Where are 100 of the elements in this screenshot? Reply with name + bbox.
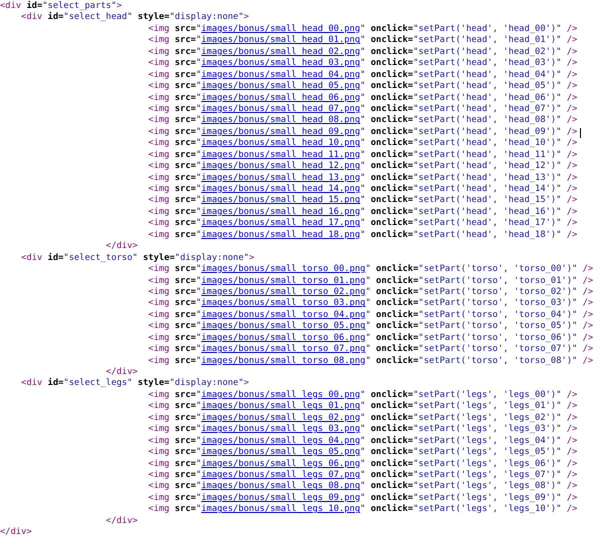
attribute-value: "	[196, 104, 202, 116]
source-link[interactable]: images/bonus/small_torso_05.png	[201, 321, 366, 333]
tag-name: <img	[148, 218, 170, 230]
attribute-value: "setPart('torso', 'torso_01')"	[418, 276, 578, 287]
attribute-value: "setPart('head', 'head_13')"	[413, 172, 562, 184]
attribute-value: "	[365, 356, 371, 368]
attribute-name: style=	[136, 12, 170, 24]
tag-name: <img	[148, 504, 170, 516]
source-link[interactable]: images/bonus/small_head_12.png	[201, 161, 360, 173]
attribute-value: "	[360, 230, 366, 242]
attribute-name: src=	[174, 481, 196, 493]
attribute-name: id=	[46, 252, 64, 264]
source-link[interactable]: images/bonus/small_head_08.png	[201, 115, 360, 127]
attribute-value: "	[360, 70, 366, 82]
source-link[interactable]: images/bonus/small_torso_02.png	[201, 286, 366, 298]
tag-name: <img	[148, 412, 170, 424]
source-link[interactable]: images/bonus/small_head_07.png	[201, 104, 360, 116]
attribute-name: src=	[174, 492, 196, 504]
source-link[interactable]: images/bonus/small_torso_06.png	[201, 332, 366, 344]
source-link[interactable]: images/bonus/small_torso_00.png	[201, 264, 366, 276]
tag-name: <img	[148, 356, 170, 368]
tag-name: <img	[148, 447, 170, 459]
attribute-name: onclick=	[370, 126, 414, 138]
tag-name: <div	[21, 252, 42, 264]
tag-name: />	[582, 264, 594, 276]
tag-name: />	[566, 206, 578, 218]
attribute-name: onclick=	[370, 104, 414, 114]
source-link[interactable]: images/bonus/small_head_18.png	[201, 230, 360, 242]
attribute-value: "setPart('head', 'head_08')"	[413, 115, 562, 127]
attribute-value: "setPart('head', 'head_04')"	[413, 70, 562, 81]
source-link[interactable]: images/bonus/small_legs_00.png	[201, 390, 360, 402]
source-link[interactable]: images/bonus/small_legs_10.png	[201, 504, 360, 516]
attribute-value: "	[196, 321, 202, 333]
source-link[interactable]: images/bonus/small_head_02.png	[201, 46, 360, 58]
attribute-name: onclick=	[375, 310, 418, 320]
source-link[interactable]: images/bonus/small_legs_06.png	[201, 458, 360, 470]
tag-name: <div	[0, 1, 22, 12]
source-link[interactable]: images/bonus/small_head_06.png	[201, 92, 360, 104]
attribute-value: "	[196, 470, 202, 482]
source-link[interactable]: images/bonus/small_torso_04.png	[201, 310, 366, 322]
attribute-value: "select_head"	[64, 12, 132, 24]
source-link[interactable]: images/bonus/small_head_11.png	[201, 150, 360, 162]
attribute-value: "	[196, 35, 202, 47]
attribute-value: "	[360, 458, 366, 470]
attribute-value: "	[196, 264, 202, 276]
source-link[interactable]: images/bonus/small_torso_03.png	[201, 298, 366, 310]
source-link[interactable]: images/bonus/small_torso_07.png	[201, 344, 366, 356]
attribute-value: "	[360, 436, 366, 448]
attribute-name: onclick=	[370, 470, 414, 480]
attribute-value: "	[360, 92, 366, 104]
attribute-value: "	[196, 81, 202, 93]
source-link[interactable]: images/bonus/small_head_05.png	[201, 81, 360, 93]
attribute-value: "	[196, 195, 202, 207]
tag-name: <img	[148, 150, 170, 161]
attribute-value: "setPart('legs', 'legs_02')"	[413, 412, 562, 424]
attribute-name: src=	[174, 138, 196, 150]
source-link[interactable]: images/bonus/small_legs_03.png	[201, 424, 360, 436]
tag-name: </div>	[0, 527, 32, 539]
source-link[interactable]: images/bonus/small_legs_04.png	[201, 436, 360, 448]
attribute-value: "setPart('head', 'head_09')"	[413, 126, 562, 138]
tag-name: <div	[21, 12, 42, 24]
tag-name: <img	[148, 172, 170, 184]
tag-name: />	[566, 138, 578, 150]
attribute-name: src=	[174, 276, 196, 287]
source-link[interactable]: images/bonus/small_head_04.png	[201, 70, 360, 82]
attribute-value: "	[360, 81, 366, 93]
source-link[interactable]: images/bonus/small_torso_08.png	[201, 356, 366, 368]
source-link[interactable]: images/bonus/small_head_15.png	[201, 195, 360, 207]
attribute-value: "display:none"	[174, 252, 249, 264]
source-link[interactable]: images/bonus/small_torso_01.png	[201, 276, 366, 287]
attribute-value: "	[196, 424, 202, 436]
tag-name: />	[582, 332, 594, 344]
source-link[interactable]: images/bonus/small_head_09.png	[201, 126, 360, 138]
attribute-value: "	[196, 230, 202, 242]
attribute-value: "	[196, 458, 202, 470]
tag-name: />	[566, 70, 578, 82]
source-link[interactable]: images/bonus/small_head_10.png	[201, 138, 360, 150]
source-link[interactable]: images/bonus/small_legs_05.png	[201, 447, 360, 459]
source-link[interactable]: images/bonus/small_head_00.png	[201, 24, 360, 36]
source-link[interactable]: images/bonus/small_head_13.png	[201, 172, 360, 184]
tag-name: />	[566, 458, 578, 470]
attribute-name: onclick=	[370, 401, 414, 412]
attribute-name: onclick=	[375, 298, 418, 310]
source-link[interactable]: images/bonus/small_legs_09.png	[201, 492, 360, 504]
tag-name: <img	[148, 46, 170, 58]
source-link[interactable]: images/bonus/small_head_14.png	[201, 184, 360, 196]
attribute-value: "setPart('legs', 'legs_06')"	[413, 458, 562, 470]
source-link[interactable]: images/bonus/small_legs_08.png	[201, 481, 360, 493]
source-link[interactable]: images/bonus/small_head_01.png	[201, 35, 360, 47]
source-link[interactable]: images/bonus/small_head_16.png	[201, 206, 360, 218]
attribute-value: "	[365, 286, 371, 298]
source-link[interactable]: images/bonus/small_head_17.png	[201, 218, 360, 230]
source-link[interactable]: images/bonus/small_head_03.png	[201, 58, 360, 70]
source-link[interactable]: images/bonus/small_legs_02.png	[201, 412, 360, 424]
source-link[interactable]: images/bonus/small_legs_07.png	[201, 470, 360, 482]
attribute-name: src=	[174, 412, 196, 424]
attribute-value: "	[360, 470, 366, 482]
source-link[interactable]: images/bonus/small_legs_01.png	[201, 401, 360, 413]
attribute-value: "	[196, 276, 202, 287]
tag-name: <img	[148, 184, 170, 195]
